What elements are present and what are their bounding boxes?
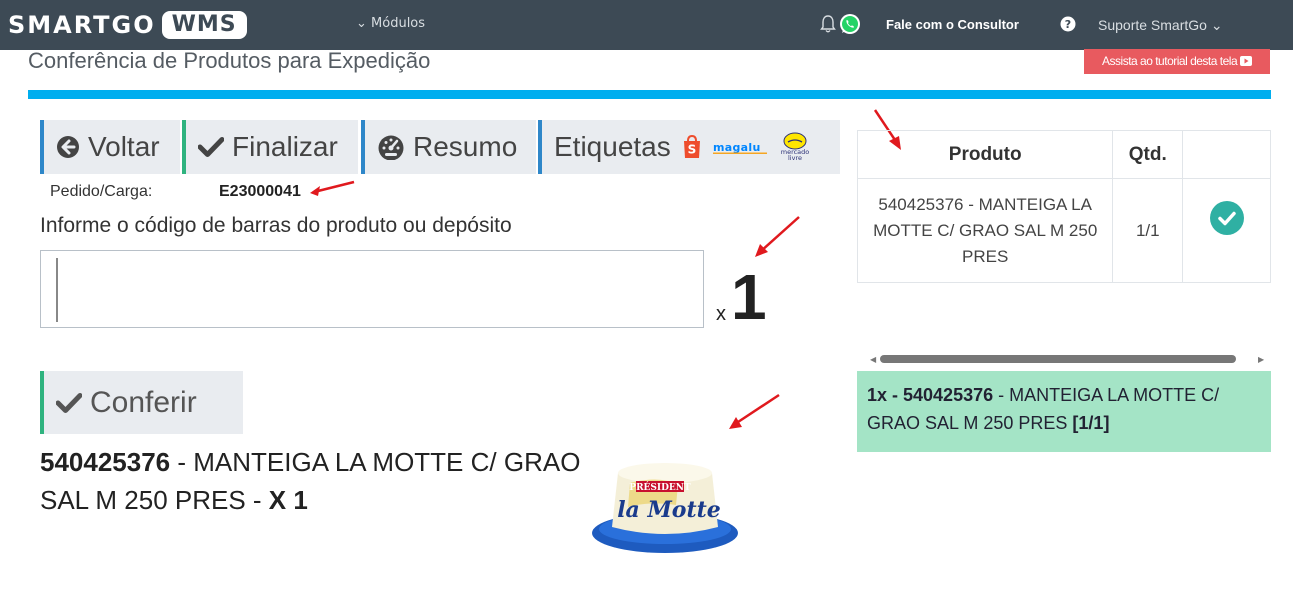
- finish-button-label: Finalizar: [232, 131, 338, 162]
- labels-button[interactable]: Etiquetas S magalu mercado livre: [538, 120, 840, 174]
- smartgo-wms-logo[interactable]: SMARTGO WMS: [8, 11, 247, 39]
- product-table-header-status: [1182, 130, 1271, 179]
- product-table-header-product: Produto: [856, 130, 1114, 179]
- svg-text:magalu: magalu: [713, 141, 761, 154]
- annotation-arrow-multiplier: [755, 216, 800, 257]
- magalu-logo-icon: magalu: [712, 140, 767, 154]
- barcode-instruction: Informe o código de barras do produto ou…: [40, 214, 512, 237]
- bell-icon[interactable]: [820, 14, 836, 38]
- chevron-down-icon: ⌄: [356, 16, 372, 31]
- logo-smartgo-text: SMARTGO: [8, 11, 156, 39]
- scroll-left-icon[interactable]: ◀: [870, 355, 876, 364]
- scan-result-box: 1x - 540425376 - MANTEIGA LA MOTTE C/ GR…: [857, 371, 1271, 452]
- check-icon: [56, 392, 82, 414]
- finish-button[interactable]: Finalizar: [182, 120, 358, 174]
- barcode-input[interactable]: [40, 250, 704, 328]
- scanned-product-qty: X 1: [268, 485, 308, 515]
- mercado-livre-logo-icon: mercado livre: [779, 132, 811, 162]
- product-image: PRÉSIDENT la Motte: [590, 455, 740, 560]
- result-prefix: 1x - 540425376: [867, 385, 994, 405]
- support-user-label: Suporte SmartGo: [1098, 17, 1207, 33]
- help-icon[interactable]: ?: [1060, 16, 1078, 34]
- arrow-left-circle-icon: [56, 135, 80, 159]
- tutorial-button-label: Assista ao tutorial desta tela: [1102, 54, 1238, 68]
- table-cell-product: 540425376 - MANTEIGA LA MOTTE C/ GRAO SA…: [856, 178, 1114, 283]
- product-table-header: Produto Qtd.: [856, 130, 1271, 179]
- check-icon: [198, 136, 224, 158]
- annotation-arrow-image: [729, 393, 780, 429]
- page-title: Conferência de Produtos para Expedição: [28, 48, 431, 73]
- product-table: Produto Qtd. 540425376 - MANTEIGA LA MOT…: [856, 130, 1271, 283]
- consultant-link[interactable]: Fale com o Consultor: [886, 17, 1019, 32]
- modules-label: Módulos: [371, 16, 426, 31]
- svg-text:S: S: [687, 143, 696, 157]
- scroll-right-icon[interactable]: ▶: [1258, 355, 1264, 364]
- product-image-name: la Motte: [617, 497, 721, 523]
- table-row[interactable]: 540425376 - MANTEIGA LA MOTTE C/ GRAO SA…: [856, 178, 1271, 283]
- table-cell-status: [1182, 178, 1271, 283]
- whatsapp-icon[interactable]: [838, 12, 862, 40]
- chevron-down-icon: ⌄: [1210, 17, 1223, 33]
- back-button[interactable]: Voltar: [40, 120, 180, 174]
- top-navbar: SMARTGO WMS ⌄ Módulos Fale com o Consult…: [0, 0, 1293, 50]
- scanned-product-code: 540425376: [40, 447, 171, 477]
- support-user-menu[interactable]: Suporte SmartGo ⌄: [1098, 17, 1223, 34]
- video-play-icon: [1239, 54, 1252, 68]
- svg-text:livre: livre: [788, 154, 802, 162]
- back-button-label: Voltar: [88, 131, 160, 162]
- logo-wms-badge: WMS: [161, 11, 247, 39]
- product-image-brand: PRÉSIDENT: [629, 481, 691, 493]
- modules-menu[interactable]: ⌄ Módulos: [356, 16, 425, 31]
- summary-button[interactable]: Resumo: [361, 120, 536, 174]
- tutorial-button[interactable]: Assista ao tutorial desta tela: [1084, 49, 1270, 74]
- confer-button[interactable]: Conferir: [40, 371, 243, 434]
- multiplier-value: 1: [731, 261, 767, 333]
- scrollbar-thumb[interactable]: [880, 355, 1236, 363]
- text-cursor: [56, 258, 58, 322]
- title-divider-bar: [28, 90, 1271, 99]
- result-qty: [1/1]: [1072, 413, 1110, 433]
- dashboard-gauge-icon: [377, 134, 405, 160]
- table-cell-qty: 1/1: [1112, 178, 1184, 283]
- annotation-arrow-order: [310, 180, 355, 196]
- scanned-product-description: 540425376 - MANTEIGA LA MOTTE C/ GRAO SA…: [40, 443, 600, 519]
- shopee-logo-icon: S: [681, 134, 703, 160]
- labels-button-label: Etiquetas: [554, 131, 671, 162]
- summary-button-label: Resumo: [413, 131, 518, 162]
- multiplier-prefix: x: [716, 303, 726, 325]
- order-number: E23000041: [219, 183, 301, 200]
- order-label: Pedido/Carga:: [50, 183, 153, 200]
- horizontal-scrollbar[interactable]: ◀ ▶: [870, 354, 1270, 364]
- check-circle-icon: [1209, 201, 1244, 235]
- confer-button-label: Conferir: [90, 385, 197, 419]
- svg-text:?: ?: [1065, 18, 1071, 31]
- product-table-header-qty: Qtd.: [1112, 130, 1184, 179]
